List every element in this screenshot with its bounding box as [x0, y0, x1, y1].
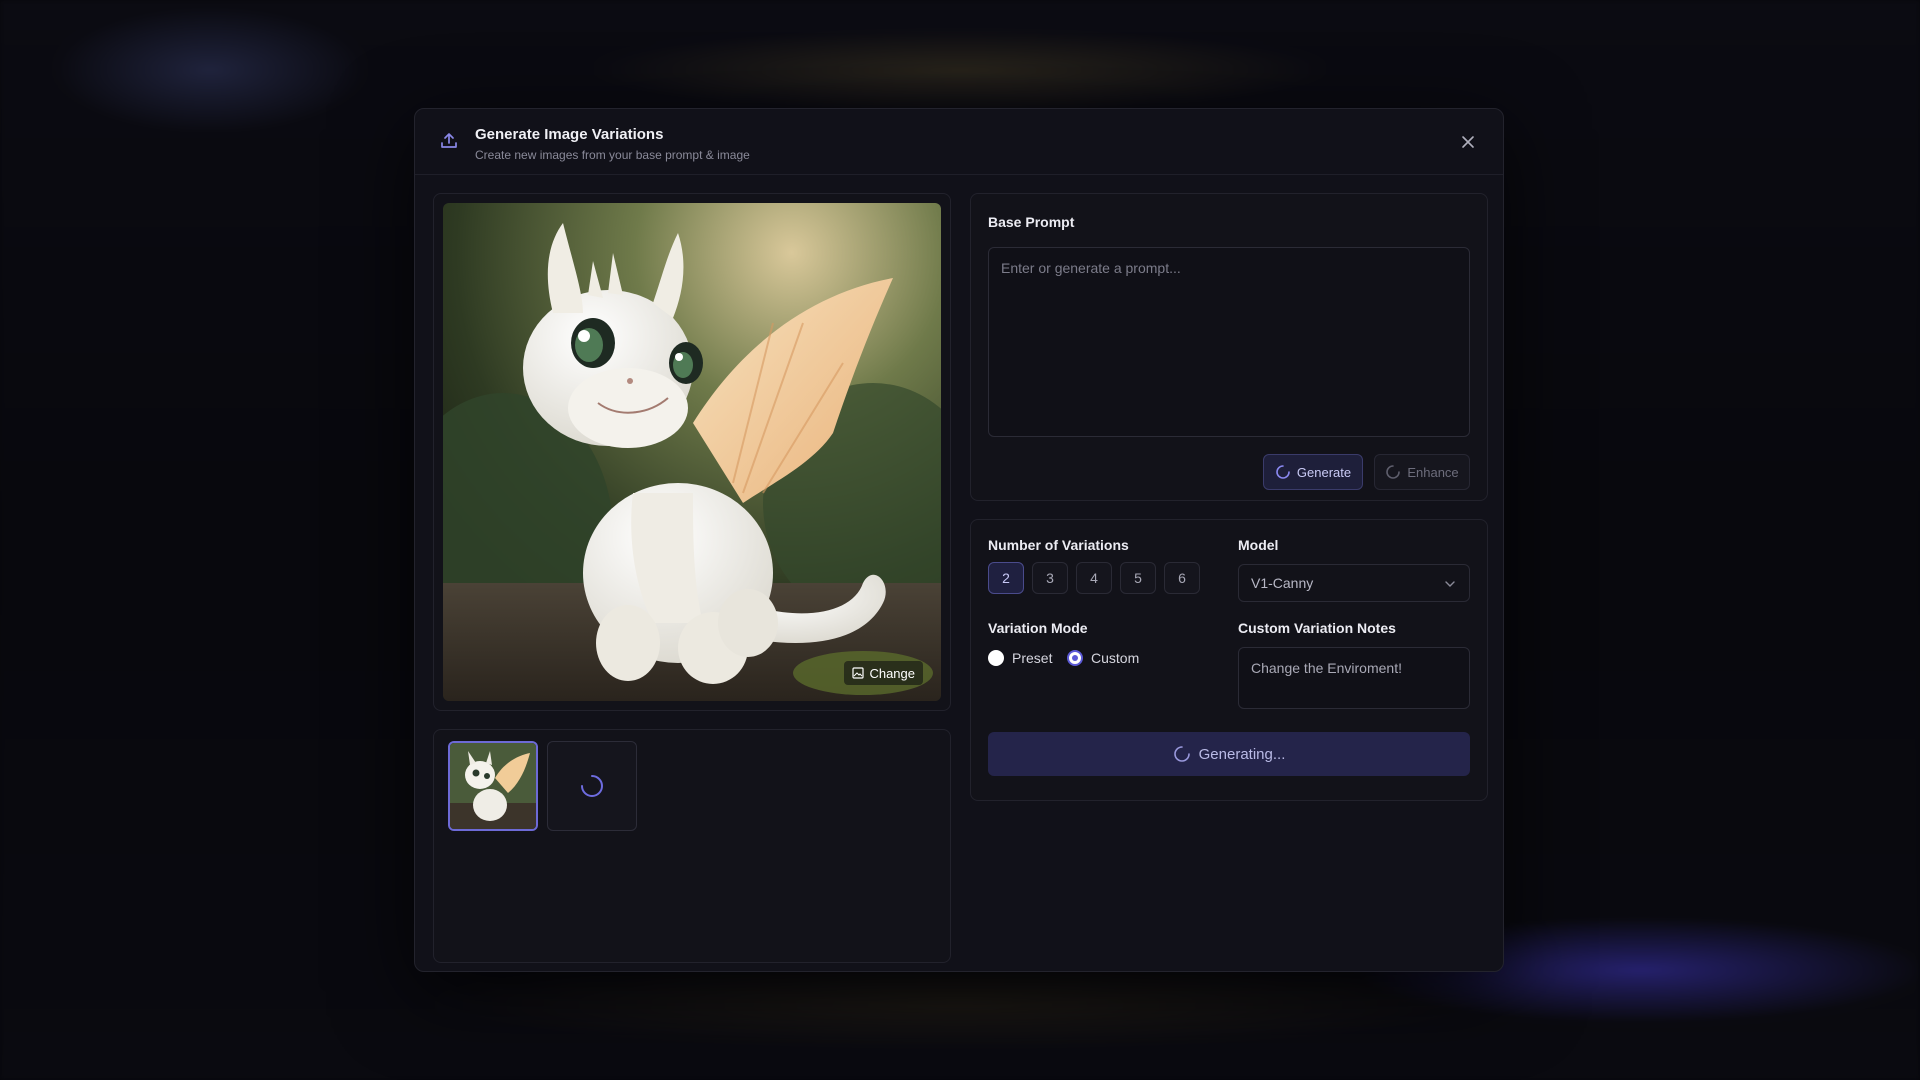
thumbnail-image [450, 743, 536, 829]
base-image: Change [443, 203, 941, 701]
spinner-icon [1276, 465, 1290, 479]
mode-custom-radio[interactable]: Custom [1067, 650, 1139, 666]
radio-unchecked-icon [988, 650, 1004, 666]
upload-icon [441, 133, 457, 148]
model-label: Model [1238, 537, 1279, 553]
base-prompt-input[interactable] [988, 247, 1470, 437]
variation-option-6[interactable]: 6 [1164, 562, 1200, 594]
spinner-icon [1173, 746, 1190, 762]
image-icon [852, 667, 865, 679]
model-value: V1-Canny [1251, 575, 1314, 591]
variation-option-2[interactable]: 2 [988, 562, 1024, 594]
change-image-button[interactable]: Change [844, 661, 923, 685]
settings-panel: Number of Variations 2 3 4 5 6 Model V1-… [970, 519, 1488, 801]
model-select[interactable]: V1-Canny [1238, 564, 1470, 602]
change-label: Change [869, 665, 915, 681]
mode-preset-label: Preset [1012, 650, 1053, 666]
spinner-icon [581, 775, 603, 797]
radio-checked-icon [1067, 650, 1083, 666]
variations-label: Number of Variations [988, 537, 1129, 553]
base-image-panel: Change [433, 193, 951, 711]
custom-notes-label: Custom Variation Notes [1238, 620, 1396, 636]
custom-notes-input[interactable]: Change the Enviroment! [1238, 647, 1470, 709]
modal-subtitle: Create new images from your base prompt … [475, 148, 750, 162]
base-prompt-label: Base Prompt [988, 214, 1075, 230]
mode-custom-label: Custom [1091, 650, 1140, 666]
generate-variations-modal: Generate Image Variations Create new ima… [414, 108, 1504, 972]
mode-preset-radio[interactable]: Preset [988, 650, 1052, 666]
enhance-prompt-button[interactable]: Enhance [1374, 454, 1470, 490]
generate-label: Generate [1296, 464, 1352, 480]
dragon-thumbnail[interactable] [448, 741, 538, 831]
modal-header: Generate Image Variations Create new ima… [415, 109, 1503, 175]
thumbnails-panel [433, 729, 951, 963]
variation-option-5[interactable]: 5 [1120, 562, 1156, 594]
loading-thumbnail [547, 741, 637, 831]
dragon-illustration [443, 203, 941, 701]
variation-option-3[interactable]: 3 [1032, 562, 1068, 594]
variation-mode-label: Variation Mode [988, 620, 1088, 636]
prompt-panel: Base Prompt Generate Enhance [970, 193, 1488, 501]
variation-option-4[interactable]: 4 [1076, 562, 1112, 594]
modal-title: Generate Image Variations [475, 126, 664, 143]
generating-button[interactable]: Generating... [988, 732, 1470, 776]
enhance-label: Enhance [1407, 464, 1459, 480]
close-icon[interactable] [1457, 131, 1479, 153]
generate-prompt-button[interactable]: Generate [1263, 454, 1363, 490]
generating-label: Generating... [1198, 745, 1286, 763]
chevron-down-icon [1445, 581, 1455, 587]
spinner-icon [1386, 465, 1401, 479]
